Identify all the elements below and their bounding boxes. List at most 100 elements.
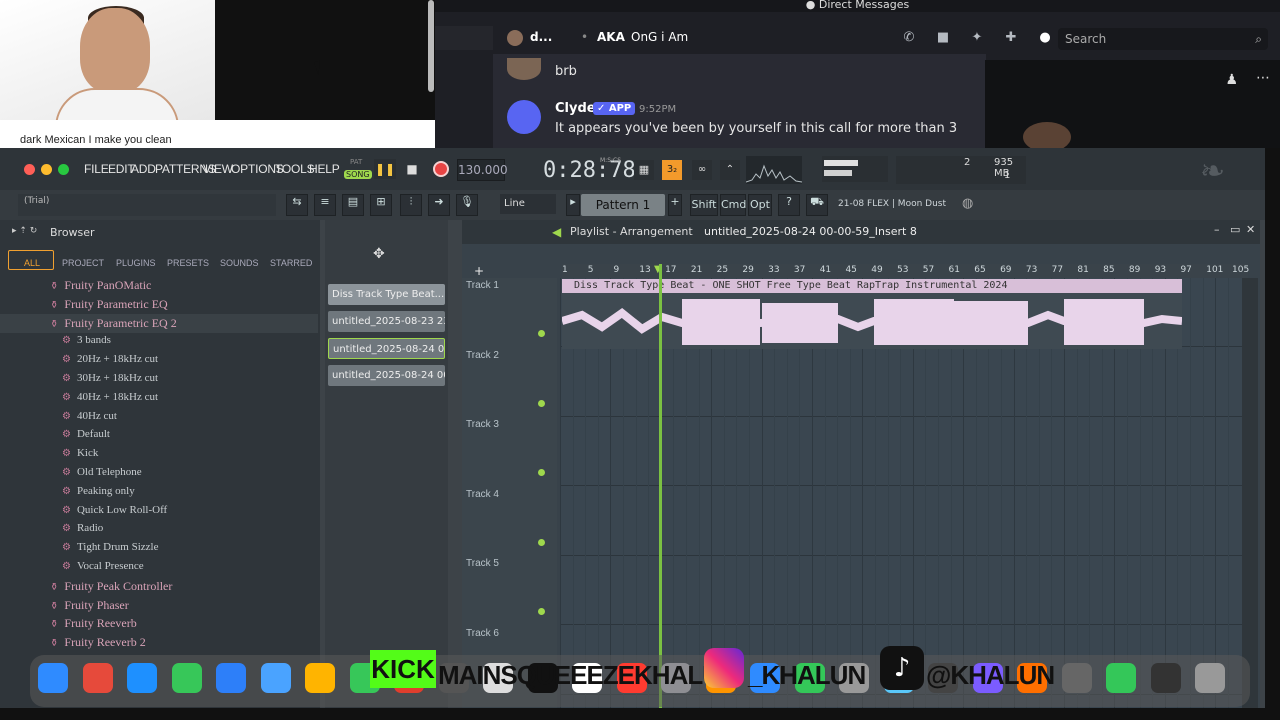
browser-item[interactable]: ⚙ Tight Drum Sizzle [62, 541, 158, 553]
more-icon[interactable]: ⋯ [1256, 70, 1270, 86]
track-label[interactable]: Track 4 [466, 489, 499, 500]
tab-project[interactable]: PROJECT [62, 258, 104, 268]
dock-app-icon[interactable] [82, 663, 113, 693]
dock-app-icon[interactable] [1106, 663, 1136, 693]
browser-item[interactable]: ⚙ Vocal Presence [62, 560, 144, 572]
browser-item[interactable]: ⚙ Kick [62, 447, 98, 459]
shift-button[interactable]: Shift [690, 194, 718, 216]
track-mute-indicator[interactable] [538, 538, 545, 546]
playhead[interactable] [659, 264, 662, 708]
add-member-icon[interactable]: ✚ [1003, 30, 1019, 46]
profile-icon[interactable]: ● [1037, 30, 1053, 46]
pattern-prev-icon[interactable]: ▸ [566, 194, 580, 216]
playlist-icon[interactable]: ⇆ [286, 194, 308, 216]
close-window-button[interactable] [24, 164, 35, 175]
cart-icon[interactable]: ⛟ [806, 194, 828, 216]
track-mute-indicator[interactable] [538, 330, 545, 337]
channel-item[interactable]: Diss Track Type Beat... [328, 284, 445, 305]
search-input[interactable]: Search ⌕ [1058, 28, 1268, 50]
browser-item[interactable]: ⚙ Default [62, 428, 110, 440]
pause-button[interactable]: ❚❚ [374, 159, 396, 179]
dock-app-icon[interactable] [127, 663, 157, 693]
dock-app-icon[interactable] [1150, 663, 1181, 693]
arrow-right-icon[interactable]: ➜ [428, 194, 450, 216]
dock-app-icon[interactable] [1061, 663, 1092, 693]
close-icon[interactable]: ✕ [1246, 223, 1255, 236]
dock-app-icon[interactable] [38, 663, 68, 693]
maximize-icon[interactable]: ▭ [1230, 223, 1240, 236]
menu-help[interactable]: HELP [309, 162, 340, 176]
help-icon[interactable]: ? [778, 194, 800, 216]
browser-item[interactable]: ⚱ Fruity Parametric EQ 2 [50, 316, 177, 331]
step-edit-icon[interactable]: 3₂ [662, 160, 682, 180]
move-icon[interactable]: ✥ [373, 246, 385, 262]
dock-app-icon[interactable] [171, 663, 202, 693]
browser-item[interactable]: ⚱ Fruity Reeverb [50, 616, 137, 631]
video-icon[interactable]: ■ [935, 30, 951, 46]
scrollbar[interactable] [428, 0, 434, 92]
pattern-selector[interactable]: Pattern 1 [581, 194, 665, 216]
channel-item[interactable]: untitled_2025-08-23 23... [328, 311, 445, 332]
dock-app-icon[interactable] [260, 663, 291, 693]
record-button[interactable] [433, 161, 449, 177]
track-label[interactable]: Track 3 [466, 419, 499, 430]
browser-item[interactable]: ⚙ Peaking only [62, 485, 135, 497]
dock-app-icon[interactable] [1195, 663, 1225, 693]
browser-item[interactable]: ⚙ Quick Low Roll-Off [62, 504, 167, 516]
browser-item[interactable]: ⚱ Fruity Reeverb 2 [50, 635, 146, 650]
track-mute-indicator[interactable] [538, 608, 545, 616]
browser-item[interactable]: ⚙ 20Hz + 18kHz cut [62, 353, 158, 365]
browser-item[interactable]: ⚙ 40Hz cut [62, 410, 117, 422]
browser-item[interactable]: ⚙ 40Hz + 18kHz cut [62, 391, 158, 403]
browser-item[interactable]: ⚱ Fruity Parametric EQ [50, 297, 168, 312]
add-pattern-icon[interactable]: + [668, 194, 682, 216]
user-avatar[interactable] [507, 30, 523, 46]
minimize-icon[interactable]: – [1214, 223, 1220, 236]
browser-item[interactable]: ⚱ Fruity Phaser [50, 598, 129, 613]
pin-icon[interactable]: ✦ [969, 30, 985, 46]
snap-select[interactable]: Line [500, 194, 556, 214]
channel-item[interactable]: untitled_2025-08-24 00... [328, 365, 445, 386]
browser-item[interactable]: ⚱ Fruity Peak Controller [50, 579, 172, 594]
tab-starred[interactable]: STARRED [270, 258, 312, 268]
phone-icon[interactable]: ✆ [901, 30, 917, 46]
menu-view[interactable]: VIEW [203, 162, 233, 176]
typing-keyboard-icon[interactable]: ▦ [634, 160, 654, 180]
tab-plugins[interactable]: PLUGINS [116, 258, 156, 268]
tab-presets[interactable]: PRESETS [167, 258, 209, 268]
browser-item[interactable]: ⚱ Fruity PanOMatic [50, 278, 151, 293]
user-name[interactable]: d... [530, 30, 552, 44]
track-mute-indicator[interactable] [538, 399, 545, 407]
stop-button[interactable]: ■ [402, 159, 422, 179]
dock-app-icon[interactable] [305, 663, 335, 693]
opt-button[interactable]: Opt [748, 194, 772, 216]
message-author[interactable]: Clyde [555, 101, 596, 116]
time-display[interactable]: 0:28:78 [543, 158, 636, 183]
dock-app-icon[interactable] [216, 663, 246, 693]
track-label[interactable]: Track 6 [466, 628, 499, 639]
scrollbar[interactable] [1242, 278, 1258, 708]
browser-controls-icon[interactable]: ▸ ⇡ ↻ [12, 226, 37, 236]
channel-item[interactable]: untitled_2025-08-24 00... [328, 338, 445, 359]
minimize-window-button[interactable] [41, 164, 52, 175]
browser-item[interactable]: ⚙ Radio [62, 522, 103, 534]
menu-file[interactable]: FILE [84, 162, 109, 176]
tempo-field[interactable]: 130.000 [457, 159, 508, 181]
track-label[interactable]: Track 5 [466, 558, 499, 569]
metronome-icon[interactable]: ⌃ [720, 160, 740, 180]
track-label[interactable]: Track 1 [466, 280, 499, 291]
tab-sounds[interactable]: SOUNDS [220, 258, 259, 268]
mixer-icon[interactable]: ⊞ [370, 194, 392, 216]
browser-item[interactable]: ⚙ Old Telephone [62, 466, 142, 478]
piano-roll-icon[interactable]: ▤ [342, 194, 364, 216]
track-mute-indicator[interactable] [538, 469, 545, 477]
cmd-button[interactable]: Cmd [720, 194, 746, 216]
pat-song-toggle[interactable]: PAT SONG [344, 158, 372, 180]
globe-icon[interactable]: ◍ [962, 196, 973, 211]
add-track-icon[interactable]: + [474, 264, 484, 278]
maximize-window-button[interactable] [58, 164, 69, 175]
channel-rack-icon[interactable]: ≡ [314, 194, 336, 216]
audio-clip[interactable]: Diss Track Type Beat - ONE SHOT Free Typ… [562, 279, 1182, 349]
microphone-icon[interactable]: 🎙︎ [456, 194, 478, 216]
timeline-ruler[interactable]: 1 5 9 13 17 21 25 29 33 37 41 45 49 53 57 61 65 69 73 77 81 8… [562, 264, 1249, 278]
